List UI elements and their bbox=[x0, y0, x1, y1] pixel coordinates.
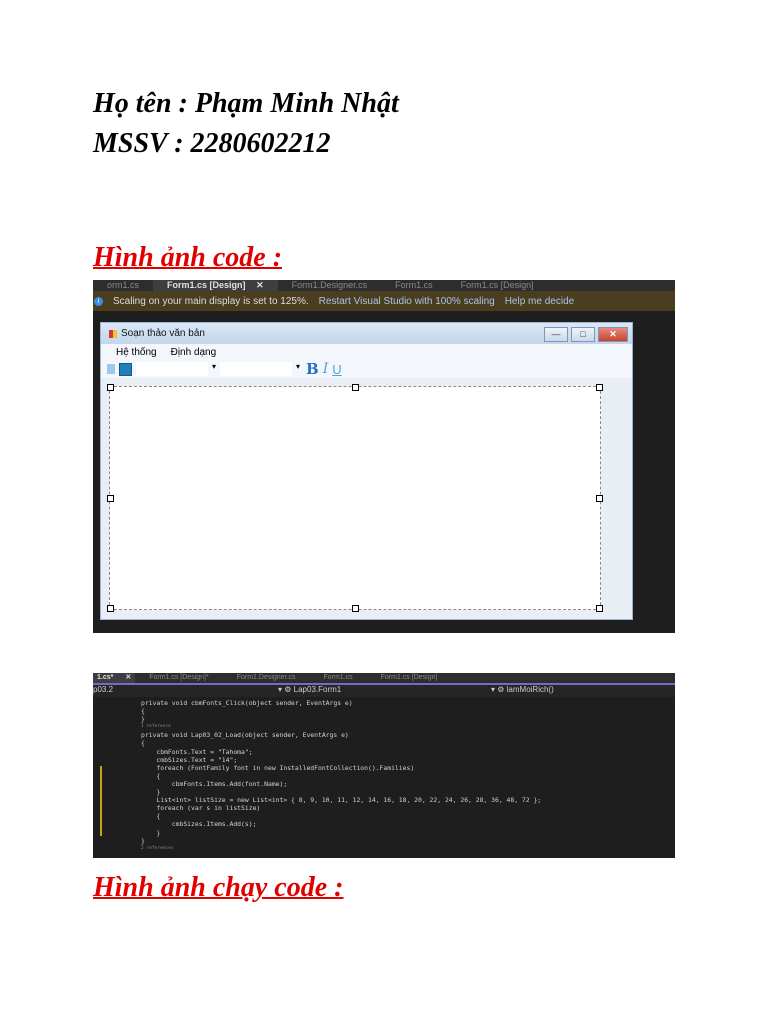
help-link: Help me decide bbox=[504, 295, 575, 307]
code-line: } bbox=[141, 715, 145, 724]
code-line: List<int> listSize = new List<int> { 8, … bbox=[141, 796, 542, 805]
code-line: cmbSizes.Items.Add(s); bbox=[141, 820, 257, 829]
info-bar: i Scaling on your main display is set to… bbox=[93, 291, 675, 311]
underline-button: U bbox=[332, 361, 342, 377]
code-line: cbmFonts.Items.Add(font.Name); bbox=[141, 779, 288, 788]
student-name: Họ tên : Phạm Minh Nhật bbox=[93, 88, 399, 119]
code-line: } bbox=[141, 788, 161, 797]
code-line: cbmFonts.Text = "Tahoma"; bbox=[141, 747, 253, 756]
code-screenshot: 1.cs* ✕ Form1.cs [Design]* Form1.Designe… bbox=[93, 673, 675, 858]
navigation-bar: p03.2 ▾ ⚙ Lap03.Form1 ▾ ⚙ lamMoiRich() bbox=[93, 685, 675, 697]
tab: Form1.Designer.cs bbox=[236, 674, 296, 681]
tab-active: 1.cs* ✕ bbox=[93, 673, 136, 683]
bold-button: B bbox=[306, 360, 319, 378]
menu-he-thong: Hệ thống bbox=[116, 346, 157, 358]
code-line: foreach (var s in listSize) bbox=[141, 804, 261, 813]
tab: Form1.Designer.cs bbox=[291, 280, 368, 290]
tab: Form1.cs [Design] bbox=[460, 280, 534, 290]
code-line: { bbox=[141, 707, 145, 716]
code-line: private void Lap03_02_Load(object sender… bbox=[141, 731, 349, 740]
code-line: { bbox=[141, 739, 145, 748]
close-icon: ✕ bbox=[256, 280, 264, 290]
minimize-button: — bbox=[544, 327, 568, 342]
rich-text-box bbox=[107, 384, 603, 612]
code-line: 2 references bbox=[141, 845, 174, 851]
font-combo bbox=[136, 362, 216, 376]
tab: Form1.cs [Design] bbox=[380, 674, 438, 681]
toolbar: B I U bbox=[101, 360, 632, 378]
menu-bar: Hệ thống Định dạng bbox=[101, 344, 632, 360]
section-run-heading: Hình ảnh chạy code : bbox=[93, 872, 344, 903]
code-line: 1 reference bbox=[141, 724, 171, 730]
new-file-icon bbox=[107, 364, 115, 374]
size-combo bbox=[220, 362, 300, 376]
code-line: foreach (FontFamily font in new Installe… bbox=[141, 763, 415, 772]
form-window: Soạn thảo văn bản — □ ✕ Hệ thống Định dạ… bbox=[100, 322, 633, 620]
class-dropdown: ▾ ⚙ Lap03.Form1 bbox=[278, 685, 342, 694]
student-id: MSSV : 2280602212 bbox=[93, 128, 331, 159]
member-dropdown: ▾ ⚙ lamMoiRich() bbox=[491, 685, 554, 694]
form-title: Soạn thảo văn bản bbox=[121, 328, 205, 339]
tab-active: Form1.cs [Design] ✕ bbox=[153, 280, 278, 291]
app-icon bbox=[109, 329, 117, 338]
close-icon: ✕ bbox=[125, 674, 132, 681]
code-line: } bbox=[141, 828, 161, 837]
project-dropdown: p03.2 bbox=[93, 685, 114, 694]
section-code-heading: Hình ảnh code : bbox=[93, 242, 283, 273]
italic-button: I bbox=[322, 361, 329, 377]
code-line: { bbox=[141, 771, 161, 780]
save-icon bbox=[119, 362, 132, 376]
title-bar: Soạn thảo văn bản — □ ✕ bbox=[101, 323, 632, 344]
code-line: { bbox=[141, 812, 161, 821]
info-message: Scaling on your main display is set to 1… bbox=[113, 295, 309, 307]
change-marker bbox=[100, 766, 102, 836]
tab: Form1.cs bbox=[395, 280, 433, 290]
tab: Form1.cs [Design]* bbox=[149, 674, 209, 681]
code-editor: private void cbmFonts_Click(object sende… bbox=[141, 699, 541, 853]
close-button: ✕ bbox=[598, 327, 628, 342]
code-line: private void cbmFonts_Click(object sende… bbox=[141, 699, 353, 707]
editor-tabs: 1.cs* ✕ Form1.cs [Design]* Form1.Designe… bbox=[93, 673, 675, 685]
info-icon: i bbox=[94, 296, 103, 306]
maximize-button: □ bbox=[571, 327, 595, 342]
designer-screenshot: orm1.cs Form1.cs [Design] ✕ Form1.Design… bbox=[93, 280, 675, 633]
restart-link: Restart Visual Studio with 100% scaling bbox=[318, 295, 495, 307]
tab: Form1.cs bbox=[323, 674, 353, 681]
tab: orm1.cs bbox=[107, 280, 140, 290]
code-line: } bbox=[141, 836, 145, 845]
menu-dinh-dang: Định dạng bbox=[170, 346, 217, 358]
code-line: cmbSizes.Text = "14"; bbox=[141, 755, 238, 764]
